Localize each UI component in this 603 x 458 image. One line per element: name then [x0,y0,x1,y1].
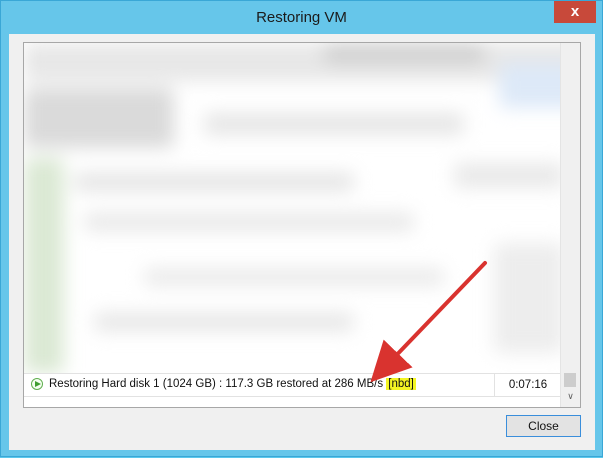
log-row[interactable]: Restoring Hard disk 1 (1024 GB) : 117.3 … [24,373,560,397]
close-button[interactable]: Close [506,415,581,437]
window-title: Restoring VM [256,9,347,26]
log-message: Restoring Hard disk 1 (1024 GB) : 117.3 … [49,378,384,390]
blurred-session-details [24,43,580,407]
restore-log-panel: Restoring Hard disk 1 (1024 GB) : 117.3 … [23,42,581,408]
play-circle-icon [31,378,43,390]
restore-dialog-window: Restoring VM x Restoring Hard disk 1 (10… [0,0,603,457]
dialog-content: Restoring Hard disk 1 (1024 GB) : 117.3 … [9,34,595,450]
transport-mode-label: [nbd] [386,378,416,390]
title-bar[interactable]: Restoring VM x [1,1,602,34]
scroll-down-arrow-icon[interactable]: ∨ [561,391,580,405]
scrollbar-thumb[interactable] [564,373,576,387]
close-window-button[interactable]: x [554,1,596,23]
vertical-scrollbar[interactable]: ∨ [560,43,580,407]
duration-cell: 0:07:16 [494,374,561,396]
